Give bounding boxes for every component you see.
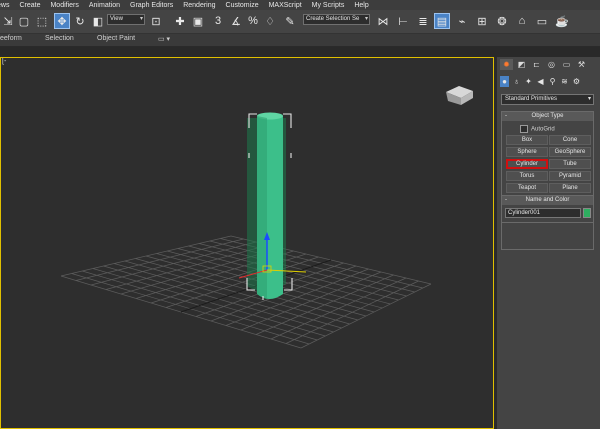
cone-button[interactable]: Cone: [549, 135, 591, 145]
menu-item-customize[interactable]: Customize: [226, 2, 259, 9]
teapot-button[interactable]: Teapot: [506, 183, 548, 193]
object-type-header[interactable]: - Object Type: [502, 112, 593, 121]
shapes-icon[interactable]: ♁: [512, 76, 521, 87]
render-setup-icon[interactable]: ⌂: [514, 13, 530, 29]
ribbon-tab-object-paint[interactable]: Object Paint: [97, 35, 135, 42]
tube-button[interactable]: Tube: [549, 159, 591, 169]
align-icon[interactable]: ⊢: [395, 13, 411, 29]
systems-icon[interactable]: ⚙: [572, 76, 581, 87]
primitive-type-dropdown[interactable]: Standard Primitives ▾: [501, 94, 594, 105]
viewcube-icon: [446, 86, 473, 105]
name-and-color-header[interactable]: - Name and Color: [502, 196, 593, 205]
menu-item-views[interactable]: ews: [0, 2, 9, 9]
angle-snap-icon[interactable]: ∡: [228, 13, 244, 29]
ribbon-bar: eeform Selection Object Paint ▭ ▾: [0, 34, 600, 47]
object-color-swatch[interactable]: [583, 208, 591, 218]
manipulate-icon[interactable]: ✚: [172, 13, 188, 29]
modify-tab-icon[interactable]: ◩: [515, 59, 528, 70]
menu-item-animation[interactable]: Animation: [89, 2, 120, 9]
name-and-color-rollout: - Name and Color Cylinder001: [501, 195, 594, 223]
utilities-tab-icon[interactable]: ⚒: [575, 59, 588, 70]
menu-item-graph-editors[interactable]: Graph Editors: [130, 2, 173, 9]
cylinder-button[interactable]: Cylinder: [506, 159, 548, 169]
ribbon-tab-selection[interactable]: Selection: [45, 35, 74, 42]
menu-item-rendering[interactable]: Rendering: [183, 2, 215, 9]
command-panel: ✹ ◩ ⊏ ◎ ▭ ⚒ ● ♁ ✦ ◀ ⚲ ≋ ⚙ Standard Primi…: [497, 57, 600, 429]
rendered-frame-icon[interactable]: ▭: [534, 13, 550, 29]
select-region-icon[interactable]: ⬚: [34, 13, 50, 29]
helpers-icon[interactable]: ⚲: [548, 76, 557, 87]
motion-tab-icon[interactable]: ◎: [545, 59, 558, 70]
sphere-button[interactable]: Sphere: [506, 147, 548, 157]
viewport-scene: [60, 86, 473, 349]
space-warps-icon[interactable]: ≋: [560, 76, 569, 87]
keyboard-shortcut-icon[interactable]: ▣: [190, 13, 206, 29]
reference-coord-dropdown[interactable]: View ▾: [107, 14, 145, 25]
menu-item-maxscript[interactable]: MAXScript: [269, 2, 302, 9]
main-toolbar: ⇲ ▢ ⬚ ✥ ↻ ◧ View ▾ ⊡ ✚ ▣ 3 ∡ % ♢ ✎ Create…: [0, 10, 600, 34]
pivot-icon[interactable]: ⊡: [148, 13, 164, 29]
select-scale-icon[interactable]: ◧: [90, 13, 106, 29]
create-tab-icon[interactable]: ✹: [500, 59, 513, 70]
mirror-icon[interactable]: ⋈: [375, 13, 391, 29]
curve-editor-icon[interactable]: ⌁: [454, 13, 470, 29]
menu-item-create[interactable]: Create: [19, 2, 40, 9]
ribbon-tab-freeform[interactable]: eeform: [0, 35, 22, 42]
select-object-icon[interactable]: ▢: [16, 13, 32, 29]
pyramid-button[interactable]: Pyramid: [549, 171, 591, 181]
geometry-icon[interactable]: ●: [500, 76, 509, 87]
schematic-view-icon[interactable]: ⊞: [474, 13, 490, 29]
select-link-icon[interactable]: ⇲: [0, 13, 16, 29]
material-editor-icon[interactable]: ❂: [494, 13, 510, 29]
percent-snap-icon[interactable]: %: [245, 13, 261, 29]
geosphere-button[interactable]: GeoSphere: [549, 147, 591, 157]
edit-named-selection-icon[interactable]: ✎: [282, 13, 298, 29]
object-type-rollout: - Object Type AutoGrid Box Cone Sphere Ge…: [501, 111, 594, 250]
graphite-tools-icon[interactable]: ▤: [434, 13, 450, 29]
torus-button[interactable]: Torus: [506, 171, 548, 181]
box-button[interactable]: Box: [506, 135, 548, 145]
menu-item-my-scripts[interactable]: My Scripts: [312, 2, 345, 9]
create-category-row: ● ♁ ✦ ◀ ⚲ ≋ ⚙: [500, 76, 596, 88]
spinner-snap-icon[interactable]: ♢: [262, 13, 278, 29]
home-grid: [60, 235, 432, 349]
autogrid-checkbox[interactable]: AutoGrid: [520, 125, 555, 133]
menu-item-modifiers[interactable]: Modifiers: [50, 2, 78, 9]
ribbon-options-icon[interactable]: ▭ ▾: [158, 35, 170, 43]
cameras-icon[interactable]: ◀: [536, 76, 545, 87]
render-production-icon[interactable]: ☕: [554, 13, 570, 29]
ribbon-panel-area: [0, 47, 600, 57]
menu-bar: ews Create Modifiers Animation Graph Edi…: [0, 0, 600, 10]
layer-manager-icon[interactable]: ≣: [415, 13, 431, 29]
named-selection-dropdown[interactable]: Create Selection Se ▾: [303, 14, 370, 25]
menu-item-help[interactable]: Help: [354, 2, 368, 9]
display-tab-icon[interactable]: ▭: [560, 59, 573, 70]
perspective-viewport[interactable]: [-: [0, 57, 494, 429]
plane-button[interactable]: Plane: [549, 183, 591, 193]
snap-toggle-icon[interactable]: 3: [210, 13, 226, 29]
command-panel-tabs: ✹ ◩ ⊏ ◎ ▭ ⚒: [500, 59, 596, 71]
lights-icon[interactable]: ✦: [524, 76, 533, 87]
select-move-icon[interactable]: ✥: [54, 13, 70, 29]
object-name-field[interactable]: Cylinder001: [505, 208, 581, 218]
hierarchy-tab-icon[interactable]: ⊏: [530, 59, 543, 70]
select-rotate-icon[interactable]: ↻: [72, 13, 88, 29]
